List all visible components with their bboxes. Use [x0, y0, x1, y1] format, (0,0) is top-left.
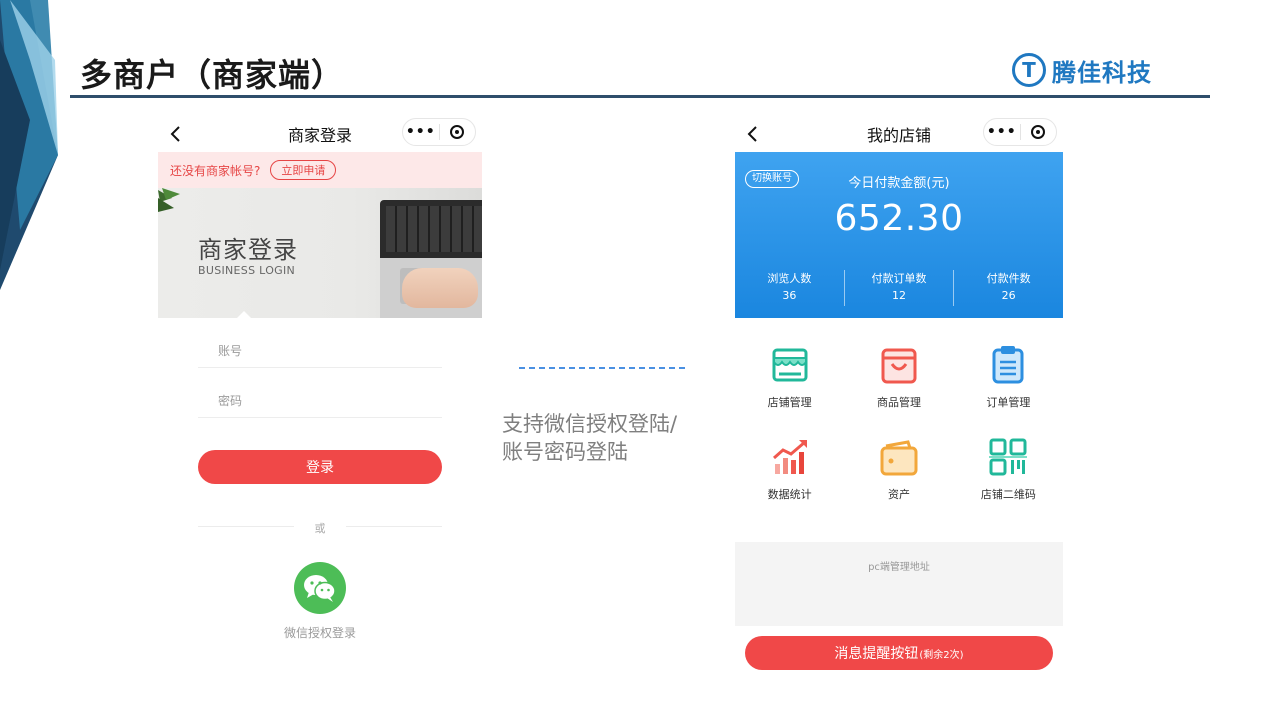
pc-address-label: pc端管理地址	[868, 562, 930, 573]
amount-value: 652.30	[834, 198, 964, 239]
menu-label: 订单管理	[986, 396, 1031, 409]
menu-label: 资产	[887, 488, 910, 501]
more-icon[interactable]: •••	[984, 124, 1020, 140]
merchant-login-screen: 商家登录 ••• 还没有商家帐号? 立即申请 商家登录 BUSINESS LOG…	[158, 116, 482, 641]
wechat-login-label: 微信授权登录	[283, 626, 356, 640]
wechat-icon	[304, 575, 336, 602]
page-title: 我的店铺	[866, 126, 931, 145]
back-icon[interactable]	[166, 120, 186, 148]
header-divider	[70, 95, 1210, 98]
stat-value: 36	[782, 289, 797, 302]
stat-paid-items: 付款件数 26	[953, 270, 1063, 306]
stats-chart-icon	[772, 440, 807, 474]
wechat-login-button[interactable]	[294, 562, 346, 614]
reminder-label: 消息提醒按钮	[834, 646, 919, 662]
password-input[interactable]: 密码	[198, 368, 442, 418]
logo-mark-icon: T	[1012, 53, 1046, 87]
my-store-screen: 我的店铺 ••• 切换账号 今日付款金额(元) 652.30 浏览人数 36 付…	[735, 116, 1063, 670]
nav-bar: 我的店铺 •••	[735, 116, 1063, 152]
company-logo: T 腾佳科技	[1012, 52, 1162, 88]
stat-label: 付款订单数	[871, 272, 927, 285]
stat-label: 付款件数	[986, 272, 1031, 285]
nav-bar: 商家登录 •••	[158, 116, 482, 152]
order-icon	[992, 346, 1024, 384]
slide-title: 多商户（商家端）	[80, 56, 345, 94]
apply-now-button[interactable]: 立即申请	[270, 160, 337, 180]
menu-goods-management[interactable]: 商品管理	[844, 344, 953, 410]
back-icon[interactable]	[743, 120, 763, 148]
qrcode-icon	[989, 438, 1028, 476]
menu-label: 数据统计	[767, 488, 812, 501]
login-button[interactable]: 登录	[198, 450, 442, 484]
caption-line-1: 支持微信授权登陆/	[502, 412, 678, 436]
function-menu-grid: 店铺管理 商品管理 订单管理 数据统计 资产 店铺二维码	[735, 318, 1063, 502]
menu-store-management[interactable]: 店铺管理	[735, 344, 844, 410]
slide-decoration	[0, 0, 58, 290]
or-label: 或	[314, 522, 326, 535]
more-icon[interactable]: •••	[403, 124, 439, 140]
account-input[interactable]: 账号	[198, 318, 442, 368]
store-icon	[772, 348, 808, 382]
close-target-icon[interactable]	[440, 125, 476, 139]
close-target-icon[interactable]	[1021, 125, 1057, 139]
pc-address-panel: pc端管理地址	[735, 542, 1063, 626]
today-summary-card: 切换账号 今日付款金额(元) 652.30 浏览人数 36 付款订单数 12 付…	[735, 152, 1063, 318]
stats-row: 浏览人数 36 付款订单数 12 付款件数 26	[735, 270, 1063, 306]
hero-title: 商家登录	[198, 236, 298, 264]
message-reminder-button[interactable]: 消息提醒按钮 (剩余2次)	[745, 636, 1053, 670]
wallet-icon	[880, 440, 918, 476]
hands-image	[402, 268, 478, 308]
logo-text: 腾佳科技	[1052, 58, 1152, 87]
login-form: 账号 密码	[158, 318, 482, 418]
page-title: 商家登录	[287, 126, 352, 145]
feature-caption: 支持微信授权登陆/ 账号密码登陆	[502, 410, 677, 466]
amount-label: 今日付款金额(元)	[848, 176, 950, 191]
plant-icon	[158, 188, 180, 212]
dashed-divider	[519, 367, 685, 369]
stat-visitors: 浏览人数 36	[735, 270, 844, 306]
login-hero-image: 商家登录 BUSINESS LOGIN	[158, 188, 482, 318]
register-prompt: 还没有商家帐号?	[170, 163, 261, 178]
register-banner: 还没有商家帐号? 立即申请	[158, 152, 482, 188]
menu-data-statistics[interactable]: 数据统计	[735, 436, 844, 502]
goods-icon	[881, 348, 917, 384]
hero-subtitle: BUSINESS LOGIN	[198, 264, 296, 277]
caption-line-2: 账号密码登陆	[502, 440, 628, 464]
menu-assets[interactable]: 资产	[844, 436, 953, 502]
hero-notch	[236, 311, 252, 318]
menu-label: 商品管理	[876, 396, 921, 409]
reminder-remaining: (剩余2次)	[919, 649, 964, 661]
stat-label: 浏览人数	[767, 272, 812, 285]
stat-paid-orders: 付款订单数 12	[843, 270, 954, 306]
or-divider: 或	[198, 520, 442, 535]
menu-label: 店铺二维码	[980, 488, 1036, 501]
stat-value: 26	[1001, 289, 1016, 302]
mini-program-capsule: •••	[983, 118, 1057, 146]
menu-store-qrcode[interactable]: 店铺二维码	[954, 436, 1063, 502]
menu-label: 店铺管理	[767, 396, 812, 409]
menu-order-management[interactable]: 订单管理	[954, 344, 1063, 410]
stat-value: 12	[892, 289, 906, 302]
mini-program-capsule: •••	[402, 118, 476, 146]
